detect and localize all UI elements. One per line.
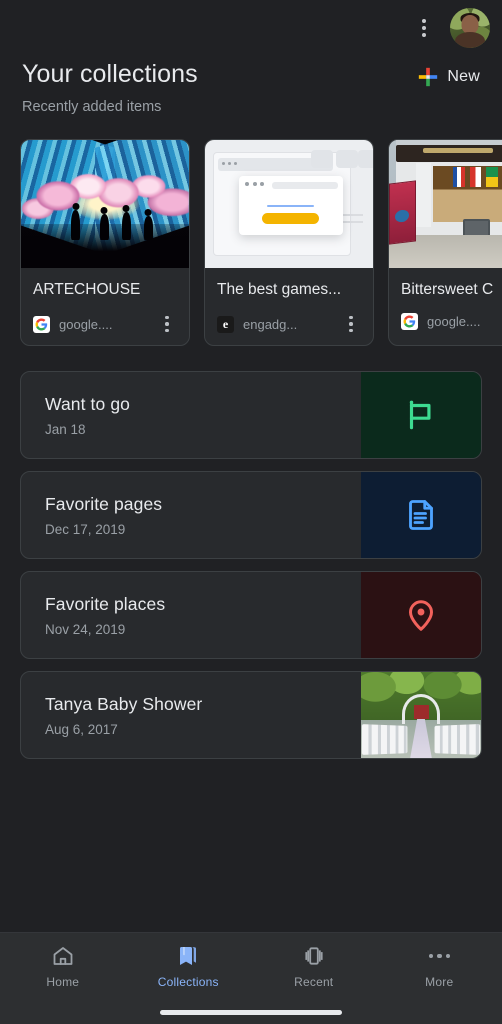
avatar-shoulders — [455, 32, 485, 48]
flag-icon — [409, 400, 431, 430]
home-icon — [51, 944, 75, 968]
list-item-tile — [361, 472, 481, 558]
browser-illustration-image — [205, 140, 373, 268]
card-thumbnail — [205, 140, 373, 268]
card-meta: google.... — [33, 313, 177, 335]
home-indicator[interactable] — [160, 1010, 342, 1015]
google-plus-icon — [419, 67, 438, 87]
new-button-label: New — [447, 68, 480, 85]
card-source: engadg... — [243, 316, 298, 332]
card-source: google.... — [59, 316, 113, 332]
top-bar — [0, 0, 502, 56]
card-body: The best games... e engadg... — [205, 268, 373, 345]
nav-item-more[interactable]: More — [377, 944, 502, 989]
new-collection-button[interactable]: New — [415, 62, 486, 92]
list-item-tile — [361, 572, 481, 658]
card-thumbnail — [21, 140, 189, 268]
list-item-title: Want to go — [45, 393, 130, 414]
engadget-icon: e — [217, 315, 234, 333]
recent-tabs-icon — [302, 944, 326, 968]
card-overflow-button[interactable] — [341, 313, 361, 335]
list-item-tile — [361, 372, 481, 458]
nav-label-more: More — [425, 975, 454, 989]
list-item-tile — [361, 672, 481, 758]
list-item-date: Jan 18 — [45, 421, 86, 437]
list-item-text: Tanya Baby Shower Aug 6, 2017 — [21, 672, 361, 758]
nav-label-collections: Collections — [157, 975, 219, 989]
location-pin-icon — [409, 600, 433, 631]
list-item-text: Favorite pages Dec 17, 2019 — [21, 472, 361, 558]
nav-label-home: Home — [46, 975, 80, 989]
document-icon — [409, 500, 433, 530]
list-item-date: Dec 17, 2019 — [45, 521, 126, 537]
more-horizontal-icon — [428, 944, 450, 968]
card-body: ARTECHOUSE google.... — [21, 268, 189, 345]
list-item-text: Favorite places Nov 24, 2019 — [21, 572, 361, 658]
google-icon — [33, 315, 50, 333]
avatar[interactable] — [450, 8, 490, 48]
collections-bookmark-icon — [176, 944, 200, 968]
immersive-art-image — [21, 140, 189, 268]
card-source: google.... — [427, 314, 481, 329]
nav-item-collections[interactable]: Collections — [126, 944, 252, 989]
list-item-title: Tanya Baby Shower — [45, 693, 203, 714]
page-subtitle: Recently added items — [22, 99, 162, 115]
collections-list: Want to go Jan 18 Favorite pages Dec 17,… — [0, 346, 502, 759]
nav-item-home[interactable]: Home — [0, 944, 126, 989]
nav-label-recent: Recent — [294, 975, 334, 989]
nav-item-recent[interactable]: Recent — [251, 944, 377, 989]
recent-card[interactable]: The best games... e engadg... — [204, 139, 374, 346]
page-header: Your collections Recently added items Ne… — [0, 56, 502, 117]
list-item[interactable]: Want to go Jan 18 — [20, 371, 482, 459]
card-title: The best games... — [217, 281, 342, 298]
card-thumbnail — [389, 140, 502, 268]
list-item-text: Want to go Jan 18 — [21, 372, 361, 458]
card-overflow-button[interactable] — [157, 313, 177, 335]
list-item[interactable]: Tanya Baby Shower Aug 6, 2017 — [20, 671, 482, 759]
title-block: Your collections Recently added items — [22, 58, 198, 117]
page-title: Your collections — [22, 60, 198, 88]
recent-card[interactable]: ARTECHOUSE google.... — [20, 139, 190, 346]
recent-card[interactable]: Bittersweet C google.... — [388, 139, 502, 346]
list-item[interactable]: Favorite places Nov 24, 2019 — [20, 571, 482, 659]
card-body: Bittersweet C google.... — [389, 268, 502, 340]
avatar-face — [461, 14, 479, 34]
card-meta: google.... — [401, 313, 502, 330]
list-item-title: Favorite places — [45, 593, 166, 614]
overflow-menu-button[interactable] — [402, 6, 446, 50]
list-item[interactable]: Favorite pages Dec 17, 2019 — [20, 471, 482, 559]
card-title: ARTECHOUSE — [33, 281, 141, 298]
list-item-title: Favorite pages — [45, 493, 163, 514]
card-title: Bittersweet C — [401, 281, 494, 298]
recently-added-carousel[interactable]: ARTECHOUSE google.... The best games... … — [0, 117, 502, 346]
card-meta: e engadg... — [217, 313, 361, 335]
storefront-image — [389, 140, 502, 268]
list-item-date: Nov 24, 2019 — [45, 621, 126, 637]
google-icon — [401, 313, 418, 330]
collections-screen: Your collections Recently added items Ne… — [0, 0, 502, 1024]
more-vertical-icon — [422, 19, 426, 37]
wedding-venue-photo — [361, 672, 481, 758]
list-item-date: Aug 6, 2017 — [45, 721, 118, 737]
